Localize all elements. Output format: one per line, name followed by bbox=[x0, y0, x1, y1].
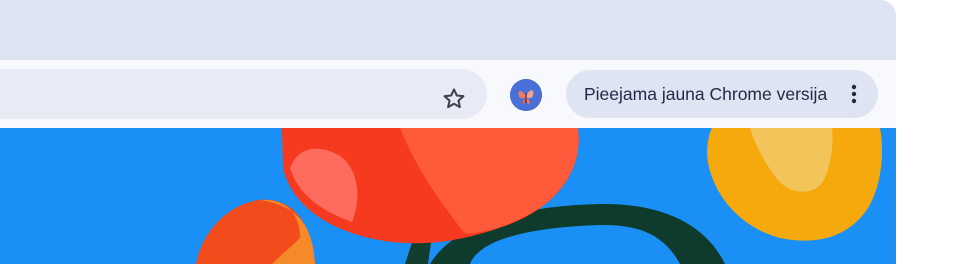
chrome-update-button[interactable]: Pieejama jauna Chrome versija bbox=[566, 70, 878, 118]
new-tab-wallpaper bbox=[0, 128, 896, 264]
profile-avatar[interactable] bbox=[510, 79, 542, 111]
more-menu-icon[interactable] bbox=[844, 82, 864, 106]
flower-illustration bbox=[0, 128, 896, 264]
update-button-label: Pieejama jauna Chrome versija bbox=[584, 84, 828, 104]
bookmark-star-icon[interactable] bbox=[437, 82, 471, 116]
butterfly-icon bbox=[510, 79, 542, 111]
tab-strip bbox=[0, 0, 896, 60]
browser-window: Pieejama jauna Chrome versija bbox=[0, 0, 896, 264]
address-bar[interactable] bbox=[0, 69, 487, 119]
